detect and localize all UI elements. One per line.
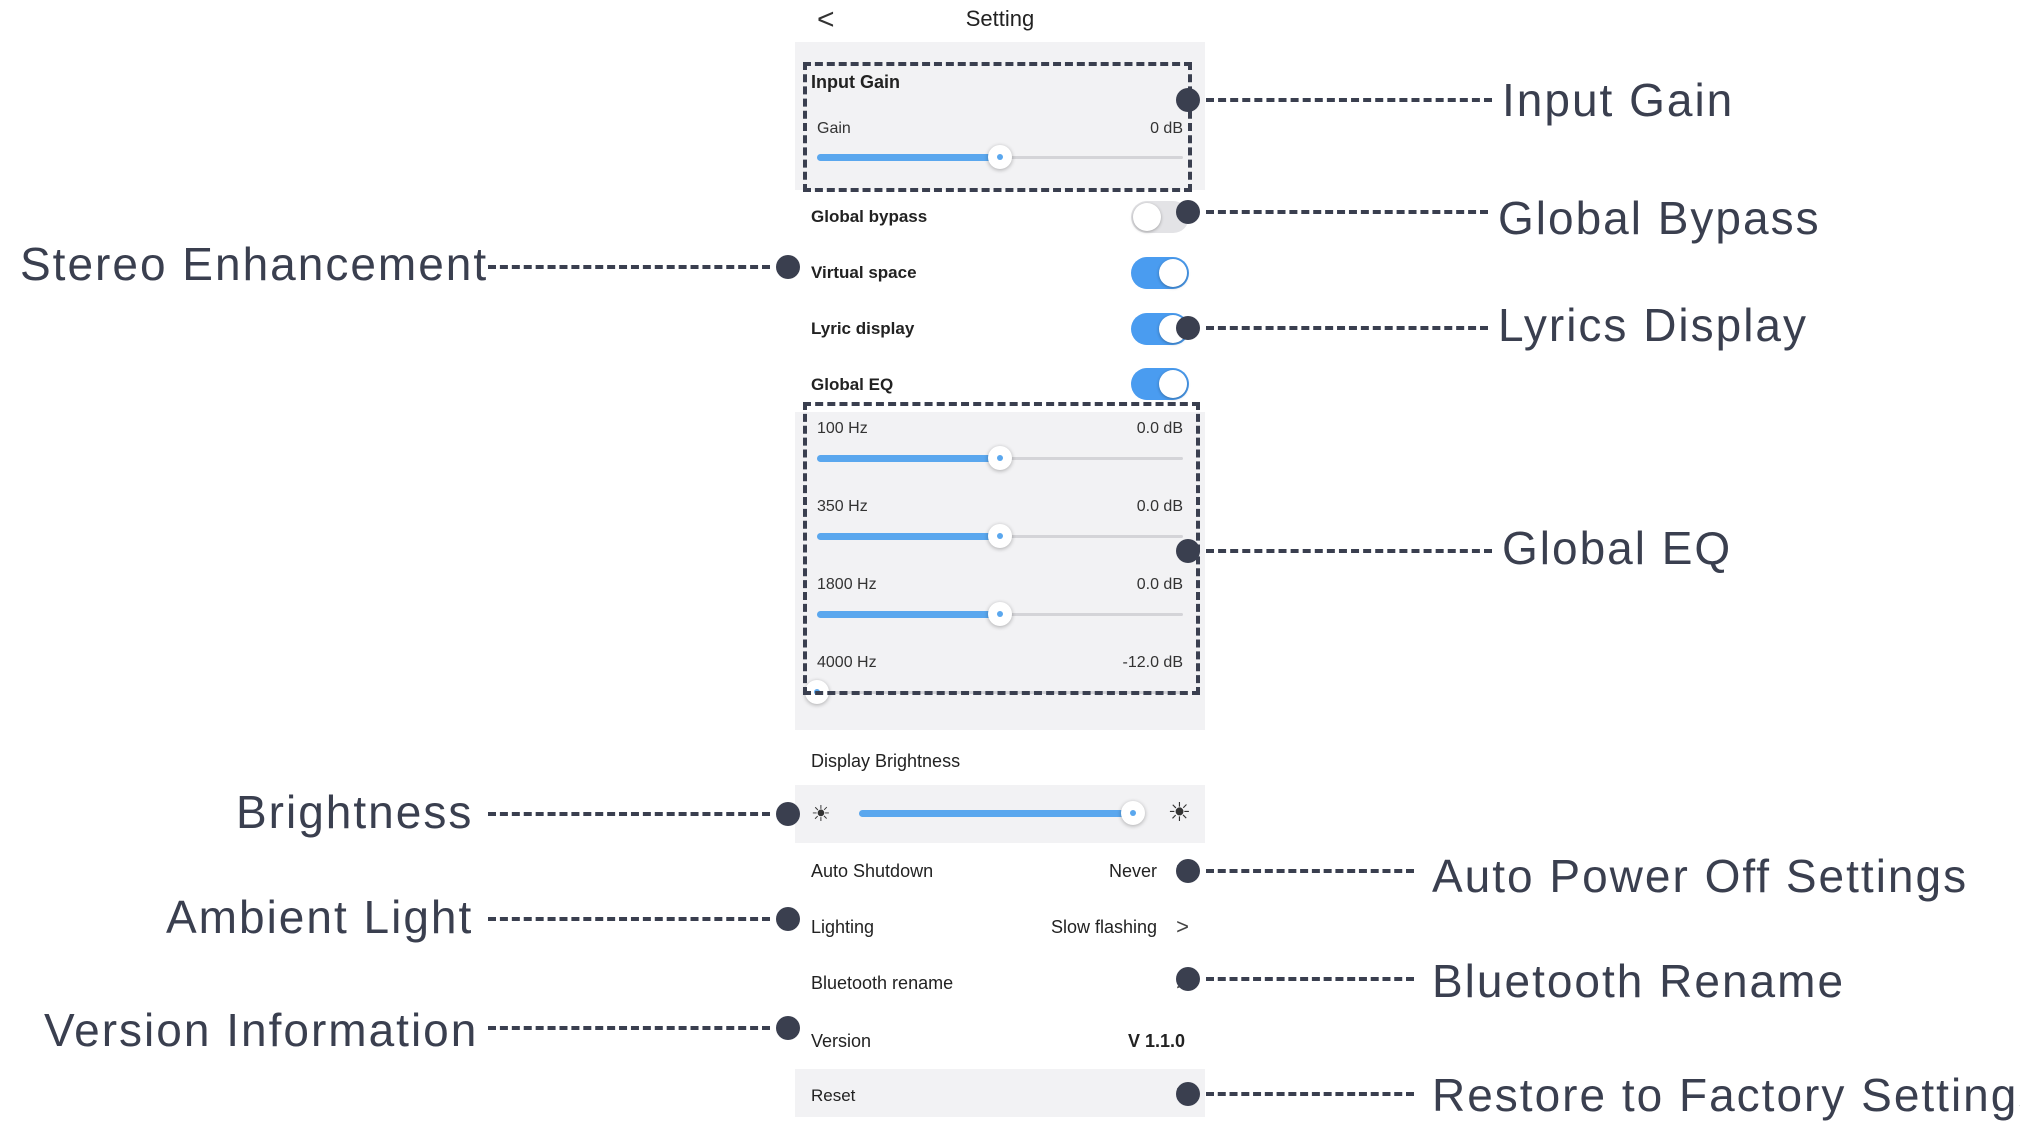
page-title: Setting <box>965 6 1035 31</box>
callout-dot <box>1176 967 1200 991</box>
callout-dot <box>1176 316 1200 340</box>
version-value: V 1.1.0 <box>1127 1031 1185 1051</box>
toggle-knob <box>1159 370 1187 398</box>
brightness-slider-thumb[interactable] <box>1120 801 1145 825</box>
callout-leader <box>1206 549 1492 553</box>
callout-dot <box>1176 1082 1200 1106</box>
callout-global-bypass: Global Bypass <box>1498 192 1821 244</box>
callout-leader <box>1206 1092 1414 1096</box>
callout-leader <box>1206 977 1414 981</box>
top-bar: < Setting <box>795 0 1205 42</box>
setting-row-bluetooth-rename[interactable]: Bluetooth rename > <box>795 955 1205 1012</box>
setting-row-reset[interactable]: Reset > <box>795 1069 1205 1117</box>
auto-shutdown-value: Never <box>1108 861 1157 881</box>
chevron-right-icon: > <box>1176 914 1189 939</box>
setting-row-version: Version V 1.1.0 <box>795 1011 1205 1070</box>
callout-leader <box>488 1026 770 1030</box>
brightness-title-row: Display Brightness <box>795 730 1205 785</box>
lyric-display-label: Lyric display <box>811 319 915 338</box>
callout-restore-factory: Restore to Factory Settings <box>1432 1069 2020 1121</box>
callout-version-information: Version Information <box>44 1004 479 1056</box>
callout-leader <box>488 917 770 921</box>
bluetooth-rename-label: Bluetooth rename <box>811 973 954 993</box>
callout-leader <box>1206 98 1492 102</box>
toggle-knob <box>1133 203 1161 231</box>
callout-leader <box>1206 326 1488 330</box>
callout-dot <box>776 255 800 279</box>
callout-leader <box>1206 869 1414 873</box>
brightness-section: ☀ ☀ <box>795 785 1205 843</box>
virtual-space-label: Virtual space <box>811 263 917 282</box>
lighting-value: Slow flashing <box>1050 917 1157 937</box>
lighting-label: Lighting <box>811 917 875 937</box>
reset-label: Reset <box>811 1086 856 1105</box>
callout-input-gain: Input Gain <box>1502 74 1735 126</box>
callout-dot <box>776 907 800 931</box>
callout-dot <box>1176 539 1200 563</box>
setting-row-auto-shutdown[interactable]: Auto Shutdown Never > <box>795 843 1205 900</box>
callout-dot <box>1176 88 1200 112</box>
setting-row-lighting[interactable]: Lighting Slow flashing > <box>795 899 1205 956</box>
global-eq-highlight-box <box>803 402 1200 695</box>
callout-bluetooth-rename: Bluetooth Rename <box>1432 955 1846 1007</box>
callout-lyrics-display: Lyrics Display <box>1498 299 1809 351</box>
callout-brightness: Brightness <box>236 786 474 838</box>
toggle-row-lyric-display: Lyric display <box>795 301 1205 357</box>
brightness-slider[interactable] <box>859 801 1145 825</box>
callout-stereo-enhancement: Stereo Enhancement <box>20 238 489 290</box>
virtual-space-toggle[interactable] <box>1131 257 1189 289</box>
toggle-row-virtual-space: Virtual space <box>795 245 1205 302</box>
sun-small-icon: ☀ <box>811 801 831 826</box>
callout-global-eq: Global EQ <box>1502 522 1733 574</box>
input-gain-highlight-box <box>803 62 1192 192</box>
toggle-knob <box>1159 259 1187 287</box>
callout-dot <box>1176 200 1200 224</box>
global-bypass-label: Global bypass <box>811 207 928 226</box>
callout-ambient-light: Ambient Light <box>166 891 474 943</box>
callout-dot <box>776 802 800 826</box>
brightness-slider-fill <box>859 810 1133 817</box>
global-eq-toggle[interactable] <box>1131 368 1189 400</box>
sun-large-icon: ☀ <box>1167 797 1191 827</box>
callout-dot <box>1176 859 1200 883</box>
callout-dot <box>776 1016 800 1040</box>
callout-auto-power-off: Auto Power Off Settings <box>1432 850 1969 902</box>
auto-shutdown-label: Auto Shutdown <box>811 861 934 881</box>
global-eq-label: Global EQ <box>811 375 894 394</box>
version-label: Version <box>811 1031 872 1051</box>
toggle-row-global-bypass: Global bypass <box>795 190 1205 246</box>
brightness-title: Display Brightness <box>811 751 961 771</box>
callout-leader <box>1206 210 1488 214</box>
callout-leader <box>488 812 770 816</box>
callout-leader <box>488 265 770 269</box>
